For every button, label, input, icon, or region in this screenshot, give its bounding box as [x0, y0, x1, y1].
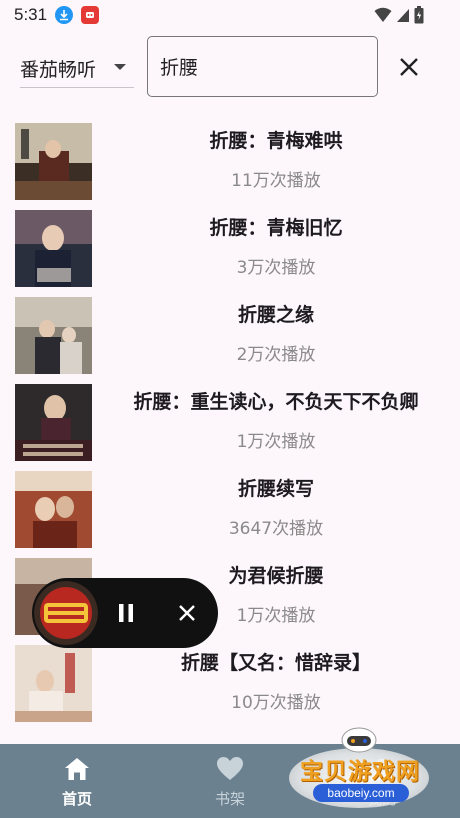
book-cover-image [15, 384, 92, 461]
result-item[interactable]: 折腰续写 3647次播放 [0, 468, 460, 555]
result-play-count: 3647次播放 [228, 519, 324, 539]
book-cover-image [15, 210, 92, 287]
result-item[interactable]: 折腰：重生读心，不负天下不负卿 1万次播放 [0, 381, 460, 468]
battery-icon [414, 6, 424, 24]
book-cover-image [15, 471, 92, 548]
result-item[interactable]: 折腰：青梅旧忆 3万次播放 [0, 207, 460, 294]
app-notification-icon [81, 6, 100, 24]
heart-icon [217, 757, 243, 780]
result-title: 折腰之缘 [237, 304, 314, 326]
result-play-count: 3万次播放 [236, 258, 316, 278]
pause-button[interactable] [108, 595, 144, 631]
result-title: 折腰【又名：惜辞录】 [180, 652, 371, 674]
now-playing-cover-image [34, 581, 98, 645]
status-time: 5:31 [14, 5, 48, 24]
source-dropdown-label: 番茄畅听 [20, 59, 97, 81]
game-controller-mascot-icon [341, 727, 377, 753]
result-title: 折腰：青梅旧忆 [209, 217, 343, 239]
close-icon [400, 58, 418, 76]
status-bar: 5:31 [0, 0, 460, 30]
book-cover-image [15, 123, 92, 200]
search-header: 番茄畅听 [0, 36, 460, 98]
result-play-count: 1万次播放 [236, 432, 316, 452]
download-icon [55, 6, 74, 24]
wifi-icon [374, 7, 392, 22]
result-play-count: 10万次播放 [231, 693, 321, 713]
clear-search-button[interactable] [392, 50, 426, 84]
nav-bookshelf[interactable]: 书架 [170, 744, 290, 818]
result-item[interactable]: 折腰之缘 2万次播放 [0, 294, 460, 381]
watermark-logo: 宝贝游戏网 baobeiy.com [285, 722, 435, 814]
watermark-text: 宝贝游戏网 [300, 759, 420, 785]
nav-bookshelf-label: 书架 [214, 790, 245, 808]
result-title: 折腰续写 [237, 478, 314, 500]
status-icons [374, 6, 424, 24]
book-cover-image [15, 297, 92, 374]
result-title: 折腰：重生读心，不负天下不负卿 [133, 391, 419, 413]
home-icon [65, 758, 89, 780]
search-input[interactable] [147, 36, 378, 97]
result-title: 折腰：青梅难哄 [209, 130, 343, 152]
mini-player[interactable] [32, 578, 218, 648]
close-icon [179, 605, 195, 621]
result-play-count: 11万次播放 [231, 171, 321, 191]
watermark-url: baobeiy.com [313, 784, 409, 802]
nav-home[interactable]: 首页 [17, 744, 137, 818]
nav-home-label: 首页 [61, 790, 92, 808]
result-play-count: 2万次播放 [236, 345, 316, 365]
signal-icon [397, 9, 409, 22]
pause-icon [119, 604, 133, 622]
book-cover-image [15, 645, 92, 722]
chevron-down-icon [114, 64, 126, 70]
close-player-button[interactable] [169, 595, 205, 631]
source-dropdown[interactable]: 番茄畅听 [20, 50, 134, 88]
result-item[interactable]: 折腰【又名：惜辞录】 10万次播放 [0, 642, 460, 729]
result-item[interactable]: 折腰：青梅难哄 11万次播放 [0, 120, 460, 207]
